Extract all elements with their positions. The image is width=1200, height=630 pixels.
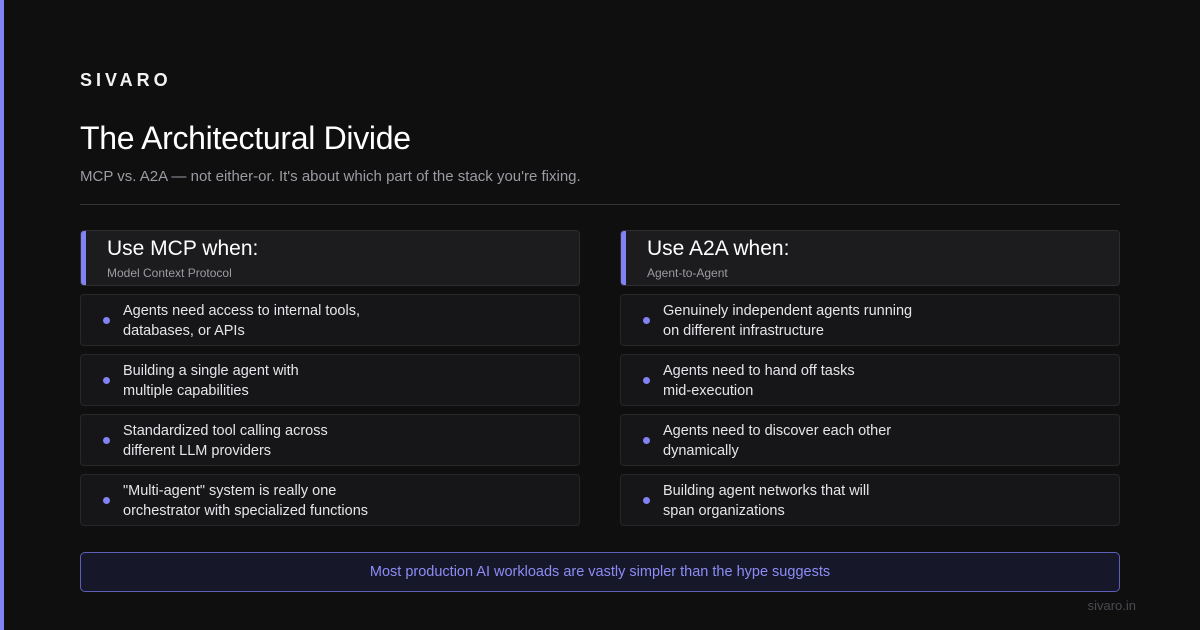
a2a-column: Use A2A when: Agent-to-Agent Genuinely i… [620, 230, 1120, 526]
list-item: Agents need to hand off tasks mid-execut… [620, 354, 1120, 406]
list-item-text: Building a single agent with multiple ca… [123, 363, 299, 399]
bullet-dot-icon [643, 377, 650, 384]
list-item-text: Agents need to hand off tasks mid-execut… [663, 363, 855, 399]
column-accent-bar [621, 231, 626, 285]
footer-domain: sivaro.in [1087, 598, 1136, 613]
page-subtitle: MCP vs. A2A — not either-or. It's about … [80, 168, 581, 185]
list-item-text: Standardized tool calling across differe… [123, 423, 328, 459]
bullet-dot-icon [643, 437, 650, 444]
list-item-text: Genuinely independent agents running on … [663, 303, 913, 339]
list-item: Building a single agent with multiple ca… [80, 354, 580, 406]
list-item-text: Agents need access to internal tools, da… [123, 303, 360, 339]
list-item-text: Building agent networks that will span o… [663, 483, 870, 519]
header-divider [80, 204, 1120, 205]
list-item: Building agent networks that will span o… [620, 474, 1120, 526]
column-title: Use A2A when: [647, 237, 790, 260]
column-accent-bar [81, 231, 86, 285]
callout-banner: Most production AI workloads are vastly … [80, 552, 1120, 592]
mcp-column: Use MCP when: Model Context Protocol Age… [80, 230, 580, 526]
bullet-dot-icon [643, 497, 650, 504]
list-item: Genuinely independent agents running on … [620, 294, 1120, 346]
list-item: Standardized tool calling across differe… [80, 414, 580, 466]
brand-logo: SIVARO [80, 70, 172, 90]
column-title: Use MCP when: [107, 237, 259, 260]
bullet-dot-icon [103, 437, 110, 444]
bullet-dot-icon [103, 497, 110, 504]
bullet-dot-icon [643, 317, 650, 324]
column-subtitle: Model Context Protocol [107, 266, 232, 280]
bullet-dot-icon [103, 317, 110, 324]
list-item: "Multi-agent" system is really one orche… [80, 474, 580, 526]
page-title: The Architectural Divide [80, 120, 411, 156]
mcp-column-header: Use MCP when: Model Context Protocol [80, 230, 580, 286]
left-accent-bar [0, 0, 4, 630]
list-item: Agents need access to internal tools, da… [80, 294, 580, 346]
list-item: Agents need to discover each other dynam… [620, 414, 1120, 466]
a2a-column-header: Use A2A when: Agent-to-Agent [620, 230, 1120, 286]
column-subtitle: Agent-to-Agent [647, 266, 728, 280]
list-item-text: Agents need to discover each other dynam… [663, 423, 892, 459]
bullet-dot-icon [103, 377, 110, 384]
list-item-text: "Multi-agent" system is really one orche… [123, 483, 369, 519]
